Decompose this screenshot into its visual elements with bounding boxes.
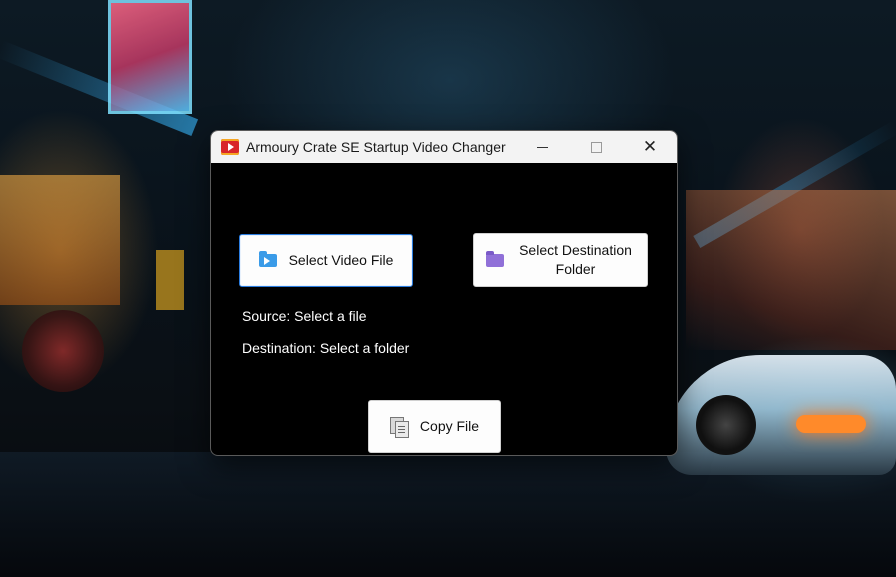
wallpaper-billboard [108,0,192,114]
minimize-icon [536,146,548,148]
folder-icon [485,250,504,267]
video-folder-icon [258,251,277,267]
close-button[interactable]: ✕ [623,131,677,163]
select-video-file-label: Select Video File [288,252,394,268]
wallpaper-neon-sign [156,250,184,310]
wallpaper-storefront [686,190,896,350]
window-title: Armoury Crate SE Startup Video Changer [246,139,506,155]
select-video-file-button[interactable]: Select Video File [239,234,413,287]
title-bar[interactable]: Armoury Crate SE Startup Video Changer ✕ [211,131,677,163]
destination-status-label: Destination: Select a folder [242,340,410,356]
copy-file-button[interactable]: Copy File [368,400,501,453]
maximize-icon [590,141,602,153]
wallpaper-storefront [0,175,120,305]
select-destination-folder-button[interactable]: Select Destination Folder [473,233,648,287]
wallpaper-car-wheel [696,395,756,455]
select-destination-folder-label: Select Destination Folder [519,242,632,277]
source-status-label: Source: Select a file [242,308,367,324]
copy-file-label: Copy File [419,418,480,434]
wallpaper-car-taillight [796,415,866,433]
copy-icon [389,416,409,438]
window-content: Select Video File Select Destination Fol… [211,163,677,455]
app-window: Armoury Crate SE Startup Video Changer ✕… [210,130,678,456]
wallpaper-drum [22,310,104,392]
maximize-button[interactable] [569,131,623,163]
window-controls: ✕ [515,131,677,163]
minimize-button[interactable] [515,131,569,163]
film-play-icon [221,139,239,155]
close-icon: ✕ [642,136,658,157]
